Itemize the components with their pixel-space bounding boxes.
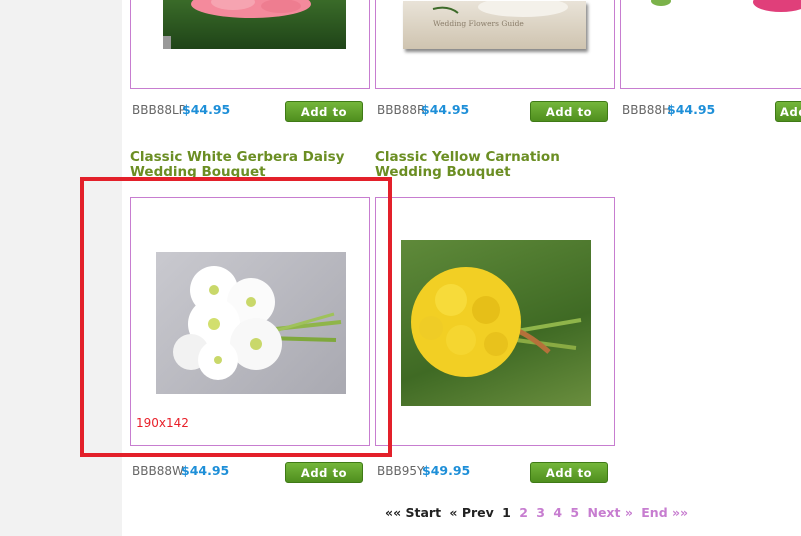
sku-label: BBB88LP [132, 103, 186, 117]
pager-start-link[interactable]: «« Start [385, 505, 441, 520]
pager-next-link[interactable]: Next » [587, 505, 632, 520]
add-to-cart-button[interactable]: Add to Cart [285, 101, 363, 138]
yellow-carnation-image [411, 267, 582, 377]
pager-prev-link[interactable]: « Prev [449, 505, 493, 520]
product-title-link[interactable]: Classic White Gerbera Daisy Wedding Bouq… [130, 150, 370, 180]
product-image[interactable]: Wedding Flowers Guide [403, 1, 586, 49]
price-label: $44.95 [667, 102, 716, 117]
sku-label: BBB88H [622, 103, 671, 117]
price-label: $44.95 [181, 463, 230, 478]
sku-label: BBB95Y [377, 464, 425, 478]
product-image[interactable] [401, 240, 591, 406]
pager-current-page: 1 [502, 505, 511, 520]
pagination: «« Start « Prev 1 2 3 4 5 Next » End »» [385, 505, 692, 520]
highlight-box [80, 177, 392, 457]
price-label: $49.95 [422, 463, 471, 478]
pager-page-link[interactable]: 3 [536, 505, 545, 520]
product-card-yellow-carnation[interactable] [375, 197, 615, 446]
add-to-cart-button[interactable]: Add to Cart [530, 462, 608, 499]
pink-flower-image[interactable] [641, 0, 801, 29]
product-card-pink-gerbera[interactable] [130, 0, 370, 89]
product-card-third[interactable] [620, 0, 801, 89]
image-caption: Wedding Flowers Guide [433, 19, 524, 28]
price-label: $44.95 [421, 102, 470, 117]
pager-page-link[interactable]: 2 [519, 505, 528, 520]
product-card-wedding-guide[interactable]: Wedding Flowers Guide [375, 0, 615, 89]
sku-label: BBB88W [132, 464, 184, 478]
product-image[interactable] [163, 0, 346, 49]
pink-gerbera-image [163, 0, 311, 49]
product-title-link[interactable]: Classic Yellow Carnation Wedding Bouquet [375, 150, 615, 180]
sku-label: BBB88R [377, 103, 426, 117]
add-to-cart-button[interactable]: Add to Cart [530, 101, 608, 138]
pager-end-link[interactable]: End »» [641, 505, 688, 520]
add-to-cart-button[interactable]: Add [775, 101, 801, 122]
price-label: $44.95 [182, 102, 231, 117]
pager-page-link[interactable]: 5 [570, 505, 579, 520]
add-to-cart-button[interactable]: Add to Cart [285, 462, 363, 499]
pager-page-link[interactable]: 4 [553, 505, 562, 520]
